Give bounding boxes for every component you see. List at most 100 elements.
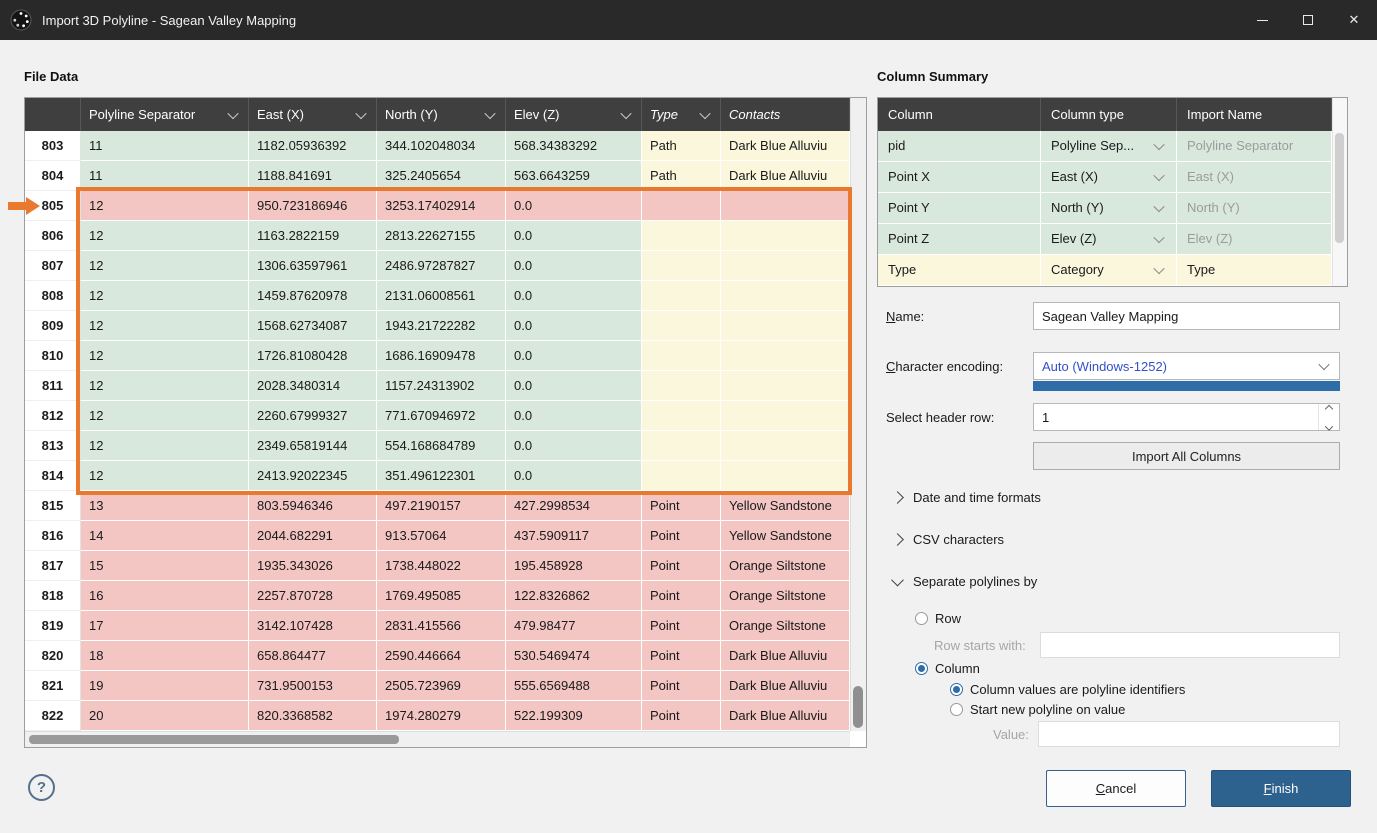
cell-type[interactable] [642,281,721,311]
table-row[interactable]: 819173142.1074282831.415566479.98477Poin… [25,611,866,641]
cell-east[interactable]: 1188.841691 [249,161,377,191]
name-input[interactable]: Sagean Valley Mapping [1033,302,1340,330]
cell-north[interactable]: 351.496122301 [377,461,506,491]
cell-elev[interactable]: 0.0 [506,341,642,371]
table-row[interactable]: 806121163.28221592813.226271550.0 [25,221,866,251]
cell-elev[interactable]: 555.6569488 [506,671,642,701]
cell-east[interactable]: 658.864477 [249,641,377,671]
scrollbar-thumb[interactable] [853,686,863,728]
cell-type[interactable]: Path [642,161,721,191]
cell-contacts[interactable] [721,191,850,221]
table-row[interactable]: 810121726.810804281686.169094780.0 [25,341,866,371]
summary-row[interactable]: Point ZElev (Z)Elev (Z) [878,224,1332,255]
chevron-down-icon[interactable] [226,108,240,122]
chevron-down-icon[interactable] [1152,201,1166,215]
cell-contacts[interactable] [721,431,850,461]
table-row[interactable]: 80512950.7231869463253.174029140.0 [25,191,866,221]
column-header-north[interactable]: North (Y) [377,98,506,131]
cell-north[interactable]: 2131.06008561 [377,281,506,311]
cell-east[interactable]: 820.3368582 [249,701,377,731]
cell-sep[interactable]: 13 [81,491,249,521]
table-row[interactable]: 811122028.34803141157.243139020.0 [25,371,866,401]
radio-button-icon[interactable] [915,662,928,675]
cell-sep[interactable]: 12 [81,221,249,251]
cell-east[interactable]: 1568.62734087 [249,311,377,341]
cell-type[interactable] [642,371,721,401]
file-table-vertical-scrollbar[interactable] [850,98,866,731]
cell-elev[interactable]: 0.0 [506,431,642,461]
cell-type[interactable]: Path [642,131,721,161]
summary-row[interactable]: TypeCategoryType [878,255,1332,286]
chevron-down-icon[interactable] [698,108,712,122]
cell-elev[interactable]: 195.458928 [506,551,642,581]
table-row[interactable]: 812122260.67999327771.6709469720.0 [25,401,866,431]
cell-type[interactable] [642,461,721,491]
column-header-type[interactable]: Type [642,98,721,131]
cancel-button[interactable]: Cancel [1046,770,1186,807]
cell-north[interactable]: 554.168684789 [377,431,506,461]
cell-contacts[interactable] [721,401,850,431]
cell-east[interactable]: 2349.65819144 [249,431,377,461]
table-row[interactable]: 82018658.8644772590.446664530.5469474Poi… [25,641,866,671]
radio-row[interactable]: Row [915,611,961,626]
section-separate-polylines[interactable]: Separate polylines by [893,572,1037,590]
table-row[interactable]: 809121568.627340871943.217222820.0 [25,311,866,341]
cell-sep[interactable]: 14 [81,521,249,551]
radio-column-values-identifiers[interactable]: Column values are polyline identifiers [950,682,1185,697]
cell-elev[interactable]: 0.0 [506,221,642,251]
cell-elev[interactable]: 568.34383292 [506,131,642,161]
cell-elev[interactable]: 0.0 [506,311,642,341]
cell-elev[interactable]: 530.5469474 [506,641,642,671]
cell-elev[interactable]: 479.98477 [506,611,642,641]
summary-column-type-dropdown[interactable]: Polyline Sep... [1041,131,1177,162]
header-row-spinner[interactable]: 1 [1033,403,1340,431]
summary-vertical-scrollbar[interactable] [1332,98,1347,286]
chevron-down-icon[interactable] [1152,232,1166,246]
cell-north[interactable]: 1157.24313902 [377,371,506,401]
cell-sep[interactable]: 20 [81,701,249,731]
help-button[interactable]: ? [28,774,55,801]
row-starts-with-input[interactable] [1040,632,1340,658]
cell-north[interactable]: 3253.17402914 [377,191,506,221]
chevron-down-icon[interactable] [483,108,497,122]
cell-type[interactable]: Point [642,611,721,641]
cell-type[interactable]: Point [642,581,721,611]
cell-east[interactable]: 1306.63597961 [249,251,377,281]
cell-type[interactable] [642,401,721,431]
scrollbar-thumb[interactable] [29,735,399,744]
cell-north[interactable]: 1738.448022 [377,551,506,581]
section-date-time-formats[interactable]: Date and time formats [893,488,1041,506]
cell-contacts[interactable] [721,221,850,251]
cell-east[interactable]: 2044.682291 [249,521,377,551]
table-row[interactable]: 816142044.682291913.57064437.5909117Poin… [25,521,866,551]
cell-elev[interactable]: 437.5909117 [506,521,642,551]
table-row[interactable]: 807121306.635979612486.972878270.0 [25,251,866,281]
cell-elev[interactable]: 427.2998534 [506,491,642,521]
cell-type[interactable] [642,251,721,281]
summary-column-type-dropdown[interactable]: Elev (Z) [1041,224,1177,255]
cell-sep[interactable]: 12 [81,251,249,281]
column-header-contacts[interactable]: Contacts [721,98,850,131]
cell-east[interactable]: 1459.87620978 [249,281,377,311]
cell-north[interactable]: 1686.16909478 [377,341,506,371]
cell-sep[interactable]: 12 [81,281,249,311]
cell-north[interactable]: 497.2190157 [377,491,506,521]
cell-east[interactable]: 1726.81080428 [249,341,377,371]
cell-north[interactable]: 2590.446664 [377,641,506,671]
value-input[interactable] [1038,721,1340,747]
cell-east[interactable]: 731.9500153 [249,671,377,701]
close-button[interactable]: ✕ [1331,0,1377,40]
cell-sep[interactable]: 15 [81,551,249,581]
cell-contacts[interactable]: Orange Siltstone [721,551,850,581]
table-row[interactable]: 813122349.65819144554.1686847890.0 [25,431,866,461]
radio-start-new-polyline[interactable]: Start new polyline on value [950,702,1125,717]
cell-north[interactable]: 1769.495085 [377,581,506,611]
table-row[interactable]: 817151935.3430261738.448022195.458928Poi… [25,551,866,581]
table-row[interactable]: 803111182.05936392344.102048034568.34383… [25,131,866,161]
cell-sep[interactable]: 18 [81,641,249,671]
cell-sep[interactable]: 11 [81,131,249,161]
cell-elev[interactable]: 522.199309 [506,701,642,731]
cell-north[interactable]: 2505.723969 [377,671,506,701]
cell-east[interactable]: 2257.870728 [249,581,377,611]
table-row[interactable]: 82119731.95001532505.723969555.6569488Po… [25,671,866,701]
